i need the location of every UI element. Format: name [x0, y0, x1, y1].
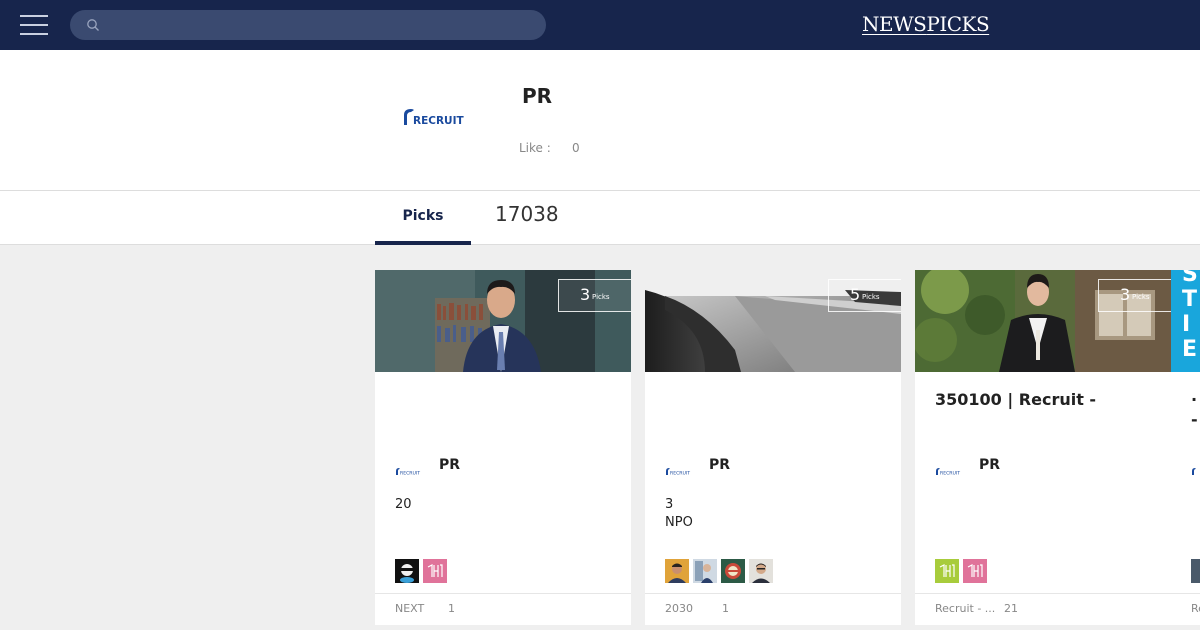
avatar[interactable]: [395, 559, 419, 583]
publisher-name[interactable]: PR: [439, 457, 460, 473]
svg-text:RECRUIT: RECRUIT: [940, 471, 960, 476]
top-bar: NEWSPICKS: [0, 0, 1200, 50]
badge-label: Picks: [862, 293, 880, 301]
newspicks-logo[interactable]: NEWSPICKS: [862, 12, 990, 36]
avatar[interactable]: [749, 559, 773, 583]
article-title-fragment[interactable]: .: [1191, 386, 1197, 405]
footer-source[interactable]: Re: [1191, 602, 1200, 615]
badge-count: 3: [1120, 285, 1131, 304]
avatar[interactable]: [935, 559, 959, 583]
footer-source[interactable]: 2030: [665, 602, 693, 615]
search-icon: [87, 19, 99, 31]
pick-count-badge: 3 Picks: [558, 279, 631, 312]
thumbnail-text: E: [1182, 337, 1198, 362]
article-summary: 3 NPO: [665, 496, 693, 532]
article-title-fragment[interactable]: -: [1191, 410, 1198, 429]
card-footer: NEXT 1: [375, 593, 631, 625]
article-card-partial[interactable]: S T I E . - Re: [1171, 270, 1200, 625]
tab-picks[interactable]: Picks: [375, 191, 471, 245]
like-count: 0: [572, 141, 580, 155]
search-input[interactable]: [110, 10, 530, 40]
logo-news-text: NEWS: [862, 12, 927, 36]
article-summary: 20: [395, 496, 412, 514]
footer-count: 1: [448, 602, 455, 615]
avatar[interactable]: [693, 559, 717, 583]
badge-count: 5: [850, 285, 861, 304]
pick-count-badge: 3 Picks: [1098, 279, 1171, 312]
card-footer: 2030 1: [645, 593, 901, 625]
publisher-logo: [1192, 468, 1196, 475]
article-card[interactable]: 3 Picks RECRUIT PR 20 NEXT 1: [375, 270, 631, 625]
footer-count: 1: [722, 602, 729, 615]
svg-text:RECRUIT: RECRUIT: [400, 471, 420, 476]
summary-line: 20: [395, 497, 412, 512]
logo-picks-text: PICKS: [926, 12, 990, 36]
publisher-logo: RECRUIT: [936, 468, 960, 476]
svg-text:RECRUIT: RECRUIT: [670, 471, 690, 476]
summary-line: NPO: [665, 515, 693, 530]
thumbnail-text: T: [1182, 287, 1198, 312]
thumbnail-text: I: [1182, 312, 1191, 337]
publisher-name[interactable]: PR: [979, 457, 1000, 473]
profile-name: PR: [522, 84, 553, 108]
search-box[interactable]: [70, 10, 546, 40]
publisher-logo: RECRUIT: [396, 468, 420, 476]
avatar[interactable]: [423, 559, 447, 583]
profile-header: RECRUIT PR Like : 0: [0, 50, 1200, 191]
badge-label: Picks: [592, 293, 610, 301]
thumbnail-text: S: [1182, 270, 1198, 287]
card-footer: Recruit - ... 21: [915, 593, 1171, 625]
footer-source[interactable]: NEXT: [395, 602, 424, 615]
article-thumbnail: 3 Picks: [375, 270, 631, 372]
menu-icon[interactable]: [20, 14, 48, 36]
profile-tabs: Picks 17038: [0, 191, 1200, 245]
avatar[interactable]: [963, 559, 987, 583]
pick-count-badge: 5 Picks: [828, 279, 901, 312]
summary-line: 3: [665, 497, 674, 512]
svg-text:RECRUIT: RECRUIT: [413, 115, 464, 126]
publisher-name[interactable]: PR: [709, 457, 730, 473]
avatar[interactable]: [1191, 559, 1200, 583]
picks-count: 17038: [495, 202, 559, 226]
article-card[interactable]: 3 Picks 350100 | Recruit - RECRUIT PR Re…: [915, 270, 1171, 625]
article-thumbnail: 3 Picks: [915, 270, 1171, 372]
badge-count: 3: [580, 285, 591, 304]
footer-source[interactable]: Recruit - ...: [935, 602, 995, 615]
article-thumbnail: 5 Picks: [645, 270, 901, 372]
avatar[interactable]: [665, 559, 689, 583]
like-label: Like :: [519, 141, 551, 155]
avatar[interactable]: [721, 559, 745, 583]
article-thumbnail: S T I E: [1171, 270, 1200, 372]
footer-count: 21: [1004, 602, 1018, 615]
badge-label: Picks: [1132, 293, 1150, 301]
recruit-logo: RECRUIT: [404, 109, 464, 126]
publisher-logo: RECRUIT: [666, 468, 690, 476]
article-title[interactable]: 350100 | Recruit -: [935, 389, 1155, 411]
card-footer: Re: [1171, 593, 1200, 625]
article-card[interactable]: 5 Picks RECRUIT PR 3 NPO 2030 1: [645, 270, 901, 625]
